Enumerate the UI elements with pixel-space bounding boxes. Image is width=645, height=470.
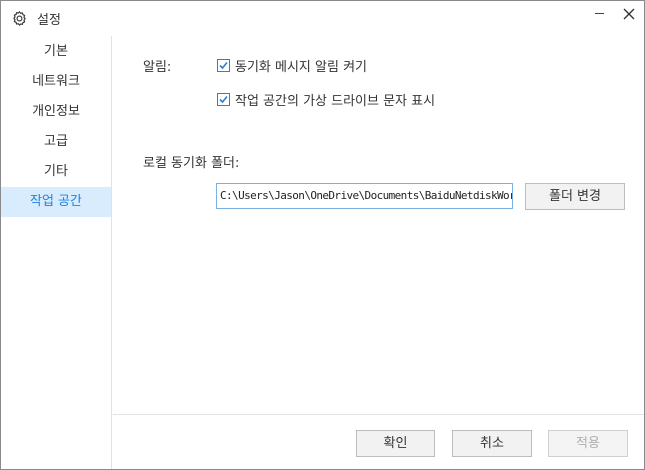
sync-folder-label: 로컬 동기화 폴더: (143, 156, 240, 171)
close-icon[interactable] (619, 5, 639, 23)
virtual-drive-checkbox[interactable]: 작업 공간의 가상 드라이브 문자 표시 (217, 90, 435, 109)
checkbox-checked-icon[interactable] (217, 93, 230, 106)
dialog-footer: 확인 취소 적용 (113, 414, 644, 469)
virtual-drive-label: 작업 공간의 가상 드라이브 문자 표시 (235, 94, 436, 109)
sync-notification-label: 동기화 메시지 알림 켜기 (235, 60, 367, 75)
gear-icon (11, 10, 28, 27)
ok-button[interactable]: 확인 (356, 430, 435, 457)
sidebar-item-advanced[interactable]: 고급 (1, 127, 111, 157)
sync-notification-checkbox[interactable]: 동기화 메시지 알림 켜기 (217, 56, 367, 75)
cancel-button[interactable]: 취소 (452, 430, 532, 457)
sidebar-item-basic[interactable]: 기본 (1, 37, 111, 67)
sync-folder-path-field[interactable]: C:\Users\Jason\OneDrive\Documents\BaiduN… (216, 183, 513, 209)
minimize-icon[interactable] (589, 5, 611, 21)
change-folder-button[interactable]: 폴더 변경 (525, 183, 625, 210)
sidebar-item-workspace[interactable]: 작업 공간 (1, 187, 111, 217)
settings-sidebar: 기본 네트워크 개인정보 고급 기타 작업 공간 (1, 36, 112, 469)
settings-content: 알림: 동기화 메시지 알림 켜기 작업 공간의 가상 드라이브 문자 표시 로… (113, 36, 644, 414)
apply-button[interactable]: 적용 (548, 430, 628, 457)
settings-window: 설정 기본 네트워크 개인정보 고급 기타 작업 공간 알림: 동기화 메시지 … (0, 0, 645, 470)
window-title: 설정 (37, 13, 61, 28)
sidebar-item-privacy[interactable]: 개인정보 (1, 97, 111, 127)
sidebar-item-network[interactable]: 네트워크 (1, 67, 111, 97)
sidebar-item-other[interactable]: 기타 (1, 157, 111, 187)
title-bar: 설정 (1, 1, 644, 36)
notifications-label: 알림: (143, 60, 172, 75)
checkbox-checked-icon[interactable] (217, 59, 230, 72)
